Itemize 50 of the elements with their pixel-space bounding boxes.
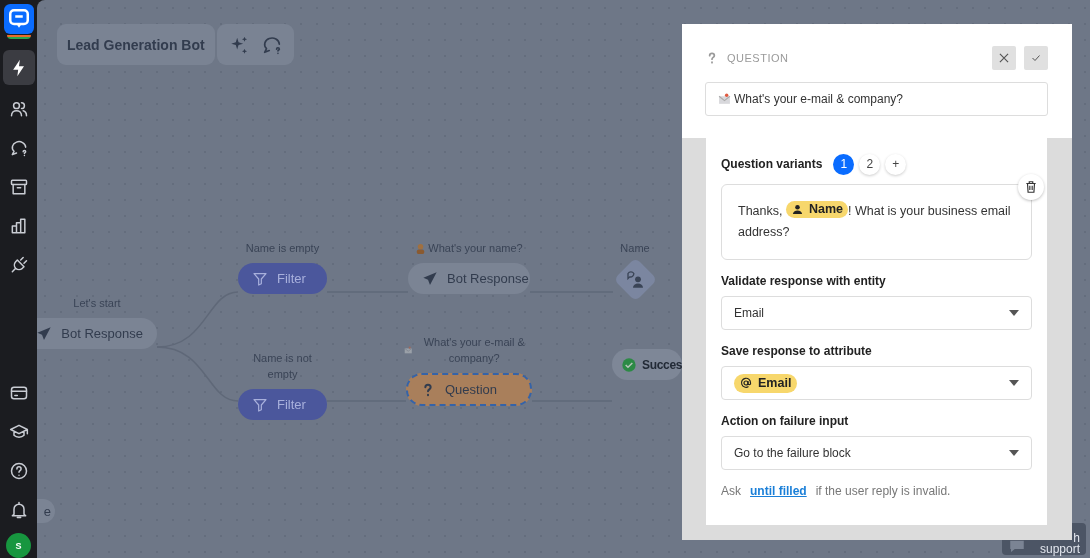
envelope-icon	[404, 344, 413, 356]
add-variant-button[interactable]: +	[885, 153, 907, 175]
person-icon	[415, 242, 427, 254]
dropdown[interactable]: Email	[721, 296, 1032, 330]
bot-response-node[interactable]: Bot Response	[37, 318, 157, 349]
attribute-chip: Email	[734, 373, 798, 393]
bot-title: Lead Generation Bot	[57, 24, 215, 65]
envelope-icon	[718, 92, 731, 106]
person-icon	[791, 204, 803, 215]
logo-icon	[3, 4, 34, 34]
variant-tab[interactable]: 2	[859, 153, 881, 175]
delete-button[interactable]	[1018, 174, 1044, 200]
footer-text: if the user reply is invalid.	[815, 484, 951, 498]
caret-icon	[1009, 450, 1019, 456]
paper-plane-icon	[422, 270, 438, 287]
logo-button[interactable]	[2, 4, 35, 42]
filter-node[interactable]: Filter	[238, 389, 327, 420]
until-filled-link[interactable]: until filled	[750, 484, 807, 498]
field-label: Validate response with entity	[721, 274, 887, 288]
panel-type: QUESTION	[727, 52, 789, 64]
check-circle-icon	[621, 356, 637, 373]
caret-icon	[1009, 380, 1019, 386]
title-field[interactable]: What's your e-mail & company?	[705, 82, 1048, 116]
field-label: Question variants	[721, 157, 823, 171]
check-icon	[1030, 52, 1042, 64]
user-avatar[interactable]: S	[6, 533, 31, 558]
message-field[interactable]: Thanks, Name ! What is your business email address?	[721, 184, 1032, 260]
dropdown[interactable]: Go to the failure block	[721, 436, 1032, 470]
filter-node[interactable]: Filter	[238, 263, 327, 294]
caret-icon	[1009, 310, 1019, 316]
funnel-icon	[252, 396, 268, 413]
bot-response-node[interactable]: Bot Response	[408, 263, 530, 294]
user-chat-icon	[625, 269, 645, 290]
funnel-icon	[252, 270, 268, 287]
attribute-chip: Name	[785, 201, 848, 218]
variant-tab[interactable]: 1	[833, 153, 855, 175]
close-icon	[997, 51, 1011, 65]
partial-node[interactable]: e	[37, 499, 55, 523]
field-label: Action on failure input	[721, 414, 850, 428]
help-icon	[8, 460, 29, 481]
close-button[interactable]	[992, 46, 1016, 70]
question-node[interactable]: Question	[406, 373, 532, 406]
dropdown[interactable]: Email	[721, 366, 1032, 400]
stripe-icon	[6, 35, 31, 39]
field-label: Save response to attribute	[721, 344, 873, 358]
bolt-button[interactable]	[2, 50, 35, 85]
footer-text: Ask	[721, 484, 741, 498]
success-node[interactable]: Succes	[612, 349, 682, 380]
at-icon	[740, 377, 752, 389]
trash-icon	[1024, 180, 1038, 194]
